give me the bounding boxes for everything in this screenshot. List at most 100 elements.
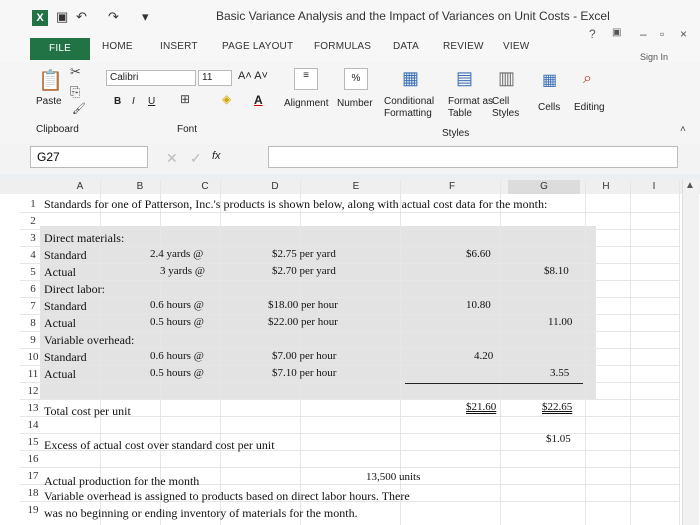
- row-number[interactable]: 4: [26, 249, 40, 261]
- cell-a13[interactable]: Total cost per unit: [44, 404, 131, 419]
- cancel-icon[interactable]: ✕: [166, 150, 178, 167]
- ribbon-display-icon[interactable]: ▣: [612, 27, 621, 38]
- column-header-h[interactable]: H: [586, 180, 626, 194]
- tab-view[interactable]: VIEW: [503, 41, 529, 52]
- formula-input[interactable]: [268, 146, 678, 168]
- cell-a9[interactable]: Variable overhead:: [44, 333, 134, 348]
- scroll-up-icon[interactable]: ▲: [685, 180, 695, 191]
- column-header-c[interactable]: C: [185, 180, 225, 194]
- cell-d8[interactable]: $22.00 per hour: [268, 316, 338, 328]
- column-header-e[interactable]: E: [336, 180, 376, 194]
- cell-a7[interactable]: Standard: [44, 299, 87, 314]
- row-number[interactable]: 17: [26, 470, 40, 482]
- cell-d11[interactable]: $7.10 per hour: [272, 367, 336, 379]
- column-header-f[interactable]: F: [432, 180, 472, 194]
- save-icon[interactable]: ▣: [56, 9, 68, 25]
- cell-d10[interactable]: $7.00 per hour: [272, 350, 336, 362]
- percent-icon[interactable]: %: [344, 68, 368, 90]
- font-color-icon[interactable]: A: [254, 93, 263, 107]
- cell-b4[interactable]: 2.4 yards @: [150, 248, 203, 260]
- vertical-scrollbar[interactable]: [682, 180, 699, 525]
- font-name-select[interactable]: Calibri: [106, 70, 196, 86]
- row-number[interactable]: 7: [26, 300, 40, 312]
- row-number[interactable]: 5: [26, 266, 40, 278]
- customize-toolbar-icon[interactable]: ▾: [142, 9, 149, 25]
- cell-f13[interactable]: $21.60: [466, 401, 496, 413]
- conditional-formatting-button[interactable]: Conditional Formatting: [384, 96, 448, 120]
- cell-b10[interactable]: 0.6 hours @: [150, 350, 204, 362]
- cells-icon[interactable]: ▦: [542, 70, 557, 90]
- enter-icon[interactable]: ✓: [190, 150, 202, 167]
- cell-b11[interactable]: 0.5 hours @: [150, 367, 204, 379]
- row-number[interactable]: 15: [26, 436, 40, 448]
- paste-button[interactable]: Paste: [36, 96, 62, 107]
- row-number[interactable]: 13: [26, 402, 40, 414]
- cell-styles-icon[interactable]: ▥: [498, 68, 515, 89]
- grow-font-icon[interactable]: A˄ A˅: [238, 70, 268, 82]
- cell-g11[interactable]: 3.55: [550, 367, 569, 379]
- cell-styles-button[interactable]: Cell Styles: [492, 96, 528, 120]
- cell-b5[interactable]: 3 yards @: [160, 265, 205, 277]
- cell-f7[interactable]: 10.80: [466, 299, 491, 311]
- column-header-b[interactable]: B: [120, 180, 160, 194]
- cell-a18[interactable]: Variable overhead is assigned to product…: [44, 489, 410, 504]
- name-box[interactable]: G27: [30, 146, 148, 168]
- italic-button[interactable]: I: [132, 96, 135, 107]
- cut-icon[interactable]: ✂: [70, 64, 81, 80]
- cell-g5[interactable]: $8.10: [544, 265, 569, 277]
- cell-f10[interactable]: 4.20: [474, 350, 493, 362]
- cell-a5[interactable]: Actual: [44, 265, 76, 280]
- editing-button[interactable]: Editing: [574, 102, 605, 113]
- cell-e17[interactable]: 13,500 units: [366, 471, 420, 483]
- format-painter-icon[interactable]: 🖌: [72, 102, 86, 115]
- row-number[interactable]: 19: [26, 504, 40, 516]
- cell-a3[interactable]: Direct materials:: [44, 231, 124, 246]
- cell-g8[interactable]: 11.00: [548, 316, 572, 328]
- row-number[interactable]: 16: [26, 453, 40, 465]
- cell-a17[interactable]: Actual production for the month: [44, 474, 199, 489]
- tab-home[interactable]: HOME: [102, 41, 133, 52]
- paste-icon[interactable]: 📋: [38, 68, 63, 93]
- cell-a4[interactable]: Standard: [44, 248, 87, 263]
- insert-function-button[interactable]: fx: [212, 150, 221, 162]
- sign-in-link[interactable]: Sign In: [640, 52, 668, 62]
- binoculars-icon[interactable]: ⌕: [583, 70, 592, 88]
- underline-button[interactable]: U: [148, 96, 155, 107]
- row-number[interactable]: 1: [26, 198, 40, 210]
- cell-b7[interactable]: 0.6 hours @: [150, 299, 204, 311]
- cell-a1[interactable]: Standards for one of Patterson, Inc.'s p…: [44, 197, 547, 212]
- cell-g13[interactable]: $22.65: [542, 401, 572, 413]
- collapse-ribbon-icon[interactable]: ˄: [680, 124, 686, 135]
- cell-g15[interactable]: $1.05: [546, 433, 571, 445]
- row-number[interactable]: 18: [26, 487, 40, 499]
- number-button[interactable]: Number: [337, 98, 373, 109]
- row-number[interactable]: 9: [26, 334, 40, 346]
- tab-data[interactable]: DATA: [393, 41, 419, 52]
- cell-a15[interactable]: Excess of actual cost over standard cost…: [44, 438, 275, 453]
- alignment-button[interactable]: Alignment: [284, 98, 328, 109]
- cell-a11[interactable]: Actual: [44, 367, 76, 382]
- cell-a19[interactable]: was no beginning or ending inventory of …: [44, 506, 358, 521]
- row-number[interactable]: 11: [26, 368, 40, 380]
- row-number[interactable]: 3: [26, 232, 40, 244]
- font-size-select[interactable]: 11: [198, 70, 232, 86]
- format-as-table-icon[interactable]: ▤: [456, 68, 473, 89]
- tab-review[interactable]: REVIEW: [443, 41, 484, 52]
- cell-d7[interactable]: $18.00 per hour: [268, 299, 338, 311]
- cell-a10[interactable]: Standard: [44, 350, 87, 365]
- cells-button[interactable]: Cells: [538, 102, 560, 113]
- tab-page-layout[interactable]: PAGE LAYOUT: [222, 41, 293, 52]
- undo-icon[interactable]: ↶: [76, 9, 87, 25]
- cell-a8[interactable]: Actual: [44, 316, 76, 331]
- row-number[interactable]: 6: [26, 283, 40, 295]
- fill-color-icon[interactable]: ◈: [222, 92, 231, 106]
- tab-file[interactable]: FILE: [30, 38, 90, 60]
- borders-icon[interactable]: ⊞: [180, 92, 190, 106]
- format-as-table-button[interactable]: Format as Table: [448, 96, 498, 120]
- redo-icon[interactable]: ↷: [108, 9, 119, 25]
- tab-formulas[interactable]: FORMULAS: [314, 41, 371, 52]
- alignment-icon[interactable]: ≡: [294, 68, 318, 90]
- tab-insert[interactable]: INSERT: [160, 41, 198, 52]
- copy-icon[interactable]: ⎘: [70, 84, 80, 100]
- row-number[interactable]: 2: [26, 215, 40, 227]
